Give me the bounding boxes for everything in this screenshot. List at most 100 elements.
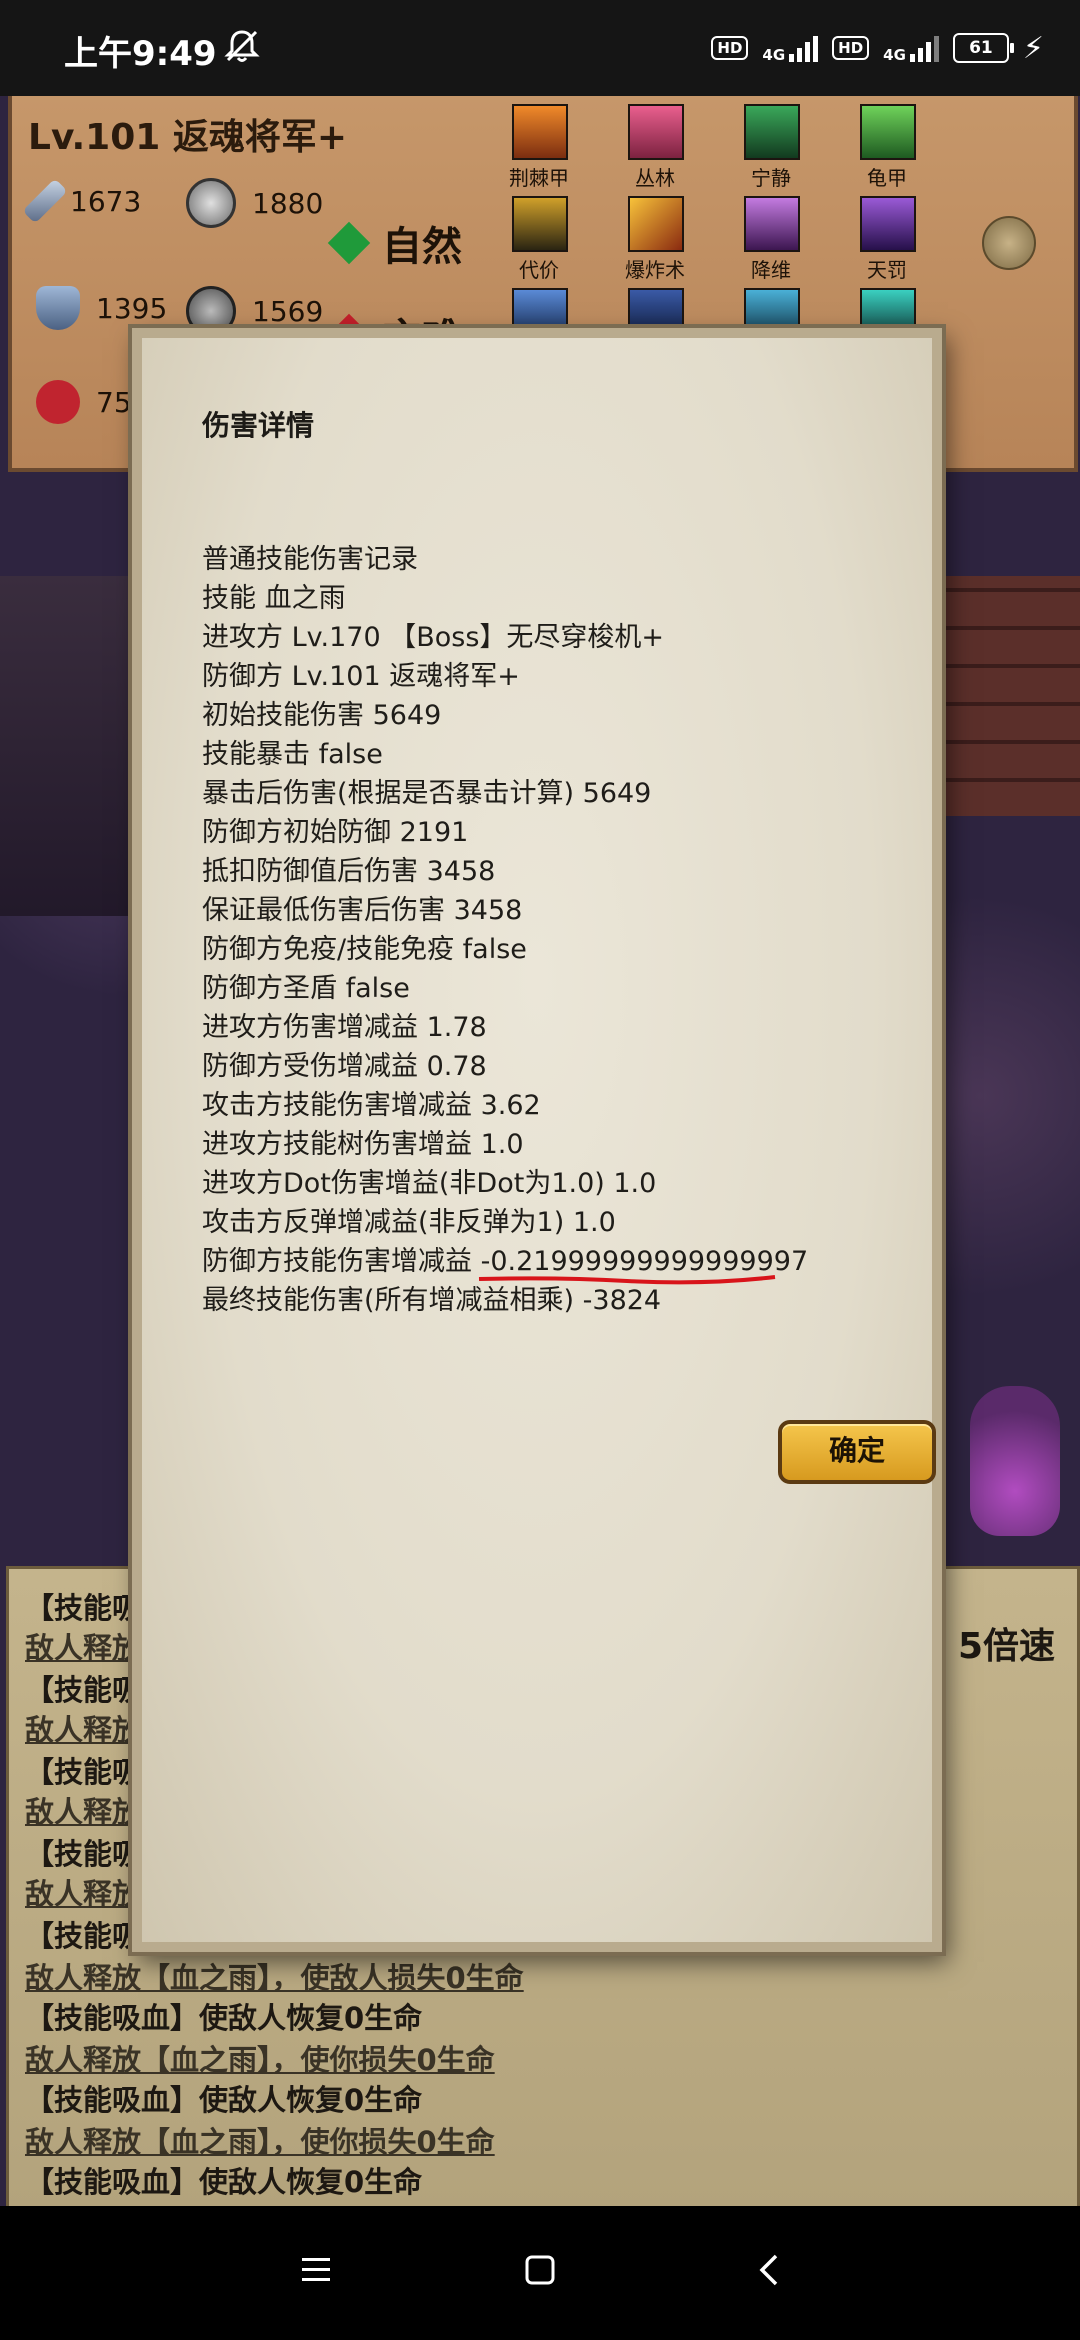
- network-type: 4G: [883, 46, 906, 64]
- home-icon[interactable]: [522, 2250, 558, 2290]
- explosion-icon: [628, 196, 684, 252]
- skill-thorn-armor[interactable]: 荆棘甲: [509, 104, 569, 191]
- status-bar: 上午9:49 HD 4G HD 4G 61 ⚡: [0, 0, 1080, 96]
- detail-row: 攻击方技能伤害增减益 3.62: [202, 1090, 541, 1121]
- detail-row: 进攻方Dot伤害增益(非Dot为1.0) 1.0: [202, 1168, 657, 1199]
- detail-row: 普通技能伤害记录: [202, 544, 418, 575]
- shield-icon: [36, 286, 80, 330]
- log-line: 敌人释放【血之雨】，使你损失0生命: [25, 2043, 495, 2077]
- dimension-reduce-icon: [744, 196, 800, 252]
- skill-label: 代价: [519, 258, 559, 282]
- skill-dimension-reduce[interactable]: 降维: [744, 196, 800, 283]
- highlight-label: 防御方技能伤害增减益: [202, 1246, 481, 1277]
- skill-heaven-punish[interactable]: 天罚: [860, 196, 916, 283]
- charging-icon: ⚡: [1022, 30, 1044, 66]
- detail-row: 防御方初始防御 2191: [202, 817, 469, 848]
- speed-toggle[interactable]: 5倍速: [958, 1617, 1055, 1669]
- signal-icon: 4G: [883, 34, 939, 64]
- bell-muted-icon: [224, 30, 260, 62]
- brick-decoration: [930, 576, 1080, 816]
- status-time: 上午9:49: [64, 34, 217, 74]
- detail-row: 进攻方技能树伤害增益 1.0: [202, 1129, 524, 1160]
- player-level-name: Lv.101 返魂将军+: [28, 117, 347, 158]
- detail-row-highlighted: 防御方技能伤害增减益 -0.21999999999999997: [202, 1242, 809, 1285]
- stat-attack: 1673: [22, 178, 142, 224]
- price-icon: [512, 196, 568, 252]
- log-line: 敌人释放: [25, 1877, 142, 1911]
- detail-row: 进攻方 Lv.170 【Boss】无尽穿梭机+: [202, 622, 665, 653]
- signal-icon: 4G: [762, 34, 819, 64]
- detail-row: 防御方圣盾 false: [202, 973, 410, 1004]
- coin-icon: [186, 178, 236, 228]
- damage-detail-dialog: 伤害详情 普通技能伤害记录 技能 血之雨 进攻方 Lv.170 【Boss】无尽…: [132, 328, 942, 1952]
- stat-defense: 1395: [36, 286, 167, 330]
- log-line: 【技能吸: [25, 1837, 142, 1871]
- stat-defense-value: 1395: [96, 291, 168, 325]
- network-type: 4G: [762, 46, 786, 64]
- element-nature: 自然: [327, 214, 462, 272]
- hd-icon: HD: [711, 36, 749, 60]
- skill-price[interactable]: 代价: [512, 196, 568, 283]
- skill-tranquil[interactable]: 宁静: [744, 104, 800, 191]
- highlight-value-wrapper: -0.21999999999999997: [478, 1246, 809, 1285]
- detail-row: 防御方 Lv.101 返魂将军+: [202, 661, 520, 692]
- log-line: 【技能吸血】使敌人恢复0生命: [25, 2083, 423, 2117]
- detail-row: 暴击后伤害(根据是否暴击计算) 5649: [202, 778, 652, 809]
- skill-label: 爆炸术: [625, 258, 685, 282]
- log-line: 【技能吸: [25, 1919, 142, 1953]
- dialog-title: 伤害详情: [202, 409, 315, 442]
- skill-label: 降维: [751, 258, 791, 282]
- sword-icon: [22, 178, 68, 224]
- skill-jungle[interactable]: 丛林: [628, 104, 684, 191]
- stat-attack-value: 1673: [70, 184, 142, 218]
- skill-label: 荆棘甲: [509, 166, 569, 190]
- menu-round-button[interactable]: [982, 216, 1036, 270]
- skill-label: 龟甲: [867, 166, 907, 190]
- detail-row: 初始技能伤害 5649: [202, 700, 442, 731]
- log-line: 【技能吸: [25, 1591, 142, 1625]
- stat-coin2-value: 1569: [252, 294, 324, 328]
- system-nav-bar: [0, 2206, 1080, 2340]
- turtle-shell-icon: [860, 104, 916, 160]
- log-line: 【技能吸: [25, 1755, 142, 1789]
- tranquil-icon: [744, 104, 800, 160]
- element-label: 自然: [382, 224, 462, 270]
- menu-icon[interactable]: [298, 2250, 334, 2290]
- detail-row: 防御方免疫/技能免疫 false: [202, 934, 527, 965]
- detail-row: 防御方受伤增减益 0.78: [202, 1051, 487, 1082]
- detail-row: 保证最低伤害后伤害 3458: [202, 895, 523, 926]
- stat-coin1-value: 1880: [252, 186, 324, 220]
- confirm-button[interactable]: 确定: [778, 1420, 936, 1484]
- detail-row: 抵扣防御值后伤害 3458: [202, 856, 496, 887]
- log-line: 【技能吸: [25, 1673, 142, 1707]
- log-line: 敌人释放【血之雨】，使你损失0生命: [25, 2125, 495, 2159]
- thorn-armor-icon: [512, 104, 568, 160]
- back-icon[interactable]: [752, 2250, 788, 2290]
- log-line: 敌人释放: [25, 1795, 142, 1829]
- bookshelf-decoration: [0, 576, 146, 916]
- log-line: 【技能吸血】使敌人恢复0生命: [25, 2001, 423, 2035]
- heaven-punish-icon: [860, 196, 916, 252]
- stat-coin1: 1880: [186, 178, 323, 228]
- log-line: 【技能吸血】使敌人恢复0生命: [25, 2165, 423, 2199]
- heart-icon: [36, 380, 80, 424]
- detail-row: 技能 血之雨: [202, 583, 346, 614]
- detail-row: 技能暴击 false: [202, 739, 383, 770]
- log-line: 敌人释放【血之雨】，使敌人损失0生命: [25, 1961, 524, 1995]
- skill-explosion[interactable]: 爆炸术: [625, 196, 685, 283]
- hd-icon: HD: [832, 36, 870, 60]
- log-line: 敌人释放: [25, 1631, 142, 1665]
- detail-row: 进攻方伤害增减益 1.78: [202, 1012, 487, 1043]
- detail-row: 攻击方反弹增减益(非反弹为1) 1.0: [202, 1207, 616, 1238]
- highlight-value: -0.21999999999999997: [480, 1246, 809, 1277]
- damage-detail-list: 普通技能伤害记录 技能 血之雨 进攻方 Lv.170 【Boss】无尽穿梭机+ …: [202, 540, 808, 1320]
- battery-icon: 61: [952, 33, 1014, 63]
- green-gem-icon: [327, 221, 371, 265]
- log-line: 敌人释放: [25, 1713, 142, 1747]
- skill-label: 天罚: [867, 258, 907, 282]
- skill-turtle-shell[interactable]: 龟甲: [860, 104, 916, 191]
- potion-decoration: [970, 1386, 1060, 1536]
- skill-label: 丛林: [635, 166, 675, 190]
- jungle-icon: [628, 104, 684, 160]
- red-underline-annotation: [478, 1275, 775, 1285]
